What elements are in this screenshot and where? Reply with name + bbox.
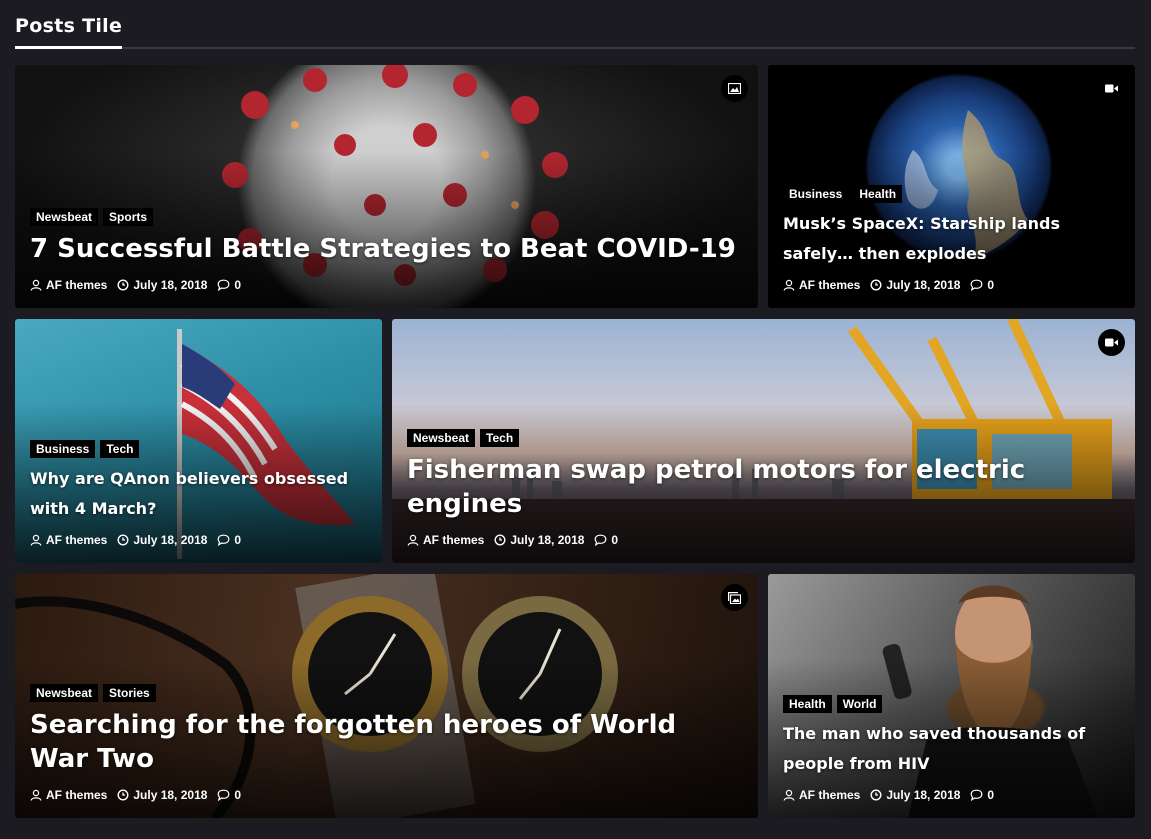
post-tags: Newsbeat Stories xyxy=(30,684,743,702)
section-title-underline xyxy=(15,46,122,49)
post-tile-qanon[interactable]: Business Tech Why are QAnon believers ob… xyxy=(15,319,382,563)
post-title[interactable]: 7 Successful Battle Strategies to Beat C… xyxy=(30,232,743,266)
post-title[interactable]: Why are QAnon believers obsessed with 4 … xyxy=(30,464,367,524)
post-tags: Business Health xyxy=(783,185,1120,203)
post-tags: Newsbeat Tech xyxy=(407,429,1120,447)
post-date[interactable]: July 18, 2018 xyxy=(870,278,960,292)
post-content: Newsbeat Stories Searching for the forgo… xyxy=(30,684,743,802)
author-link[interactable]: AF themes xyxy=(30,788,107,802)
comments-link[interactable]: 0 xyxy=(217,278,241,292)
clock-icon xyxy=(870,789,882,801)
post-tile-hiv[interactable]: Health World The man who saved thousands… xyxy=(768,574,1135,818)
post-meta: AF themes July 18, 2018 0 xyxy=(783,788,1120,802)
section-title: Posts Tile xyxy=(15,15,123,37)
comment-icon xyxy=(218,279,230,291)
post-tags: Business Tech xyxy=(30,440,367,458)
post-content: Newsbeat Tech Fisherman swap petrol moto… xyxy=(407,429,1120,547)
tag-stories[interactable]: Stories xyxy=(103,684,156,702)
video-format-icon xyxy=(1098,75,1125,102)
post-tags: Newsbeat Sports xyxy=(30,208,743,226)
user-icon xyxy=(30,789,42,801)
section-header: Posts Tile xyxy=(15,0,1135,50)
comment-icon xyxy=(971,789,983,801)
post-tile-spacex[interactable]: Business Health Musk’s SpaceX: Starship … xyxy=(768,65,1135,308)
post-meta: AF themes July 18, 2018 0 xyxy=(30,278,743,292)
comment-icon xyxy=(595,534,607,546)
user-icon xyxy=(783,789,795,801)
author-link[interactable]: AF themes xyxy=(783,788,860,802)
tag-sports[interactable]: Sports xyxy=(103,208,154,226)
section-divider xyxy=(15,47,1135,49)
post-date[interactable]: July 18, 2018 xyxy=(117,278,207,292)
tag-health[interactable]: Health xyxy=(783,695,832,713)
post-title[interactable]: Searching for the forgotten heroes of Wo… xyxy=(30,708,743,776)
tag-business[interactable]: Business xyxy=(30,440,96,458)
post-tile-covid[interactable]: Newsbeat Sports 7 Successful Battle Stra… xyxy=(15,65,758,308)
comments-link[interactable]: 0 xyxy=(594,533,618,547)
user-icon xyxy=(30,534,42,546)
post-date[interactable]: July 18, 2018 xyxy=(117,788,207,802)
comments-link[interactable]: 0 xyxy=(217,788,241,802)
clock-icon xyxy=(870,279,882,291)
post-date[interactable]: July 18, 2018 xyxy=(494,533,584,547)
comment-icon xyxy=(218,789,230,801)
post-content: Business Health Musk’s SpaceX: Starship … xyxy=(783,185,1120,292)
tag-newsbeat[interactable]: Newsbeat xyxy=(30,208,99,226)
post-title[interactable]: Musk’s SpaceX: Starship lands safely… th… xyxy=(783,209,1120,269)
post-tags: Health World xyxy=(783,695,1120,713)
tag-newsbeat[interactable]: Newsbeat xyxy=(407,429,476,447)
post-title[interactable]: Fisherman swap petrol motors for electri… xyxy=(407,453,1120,521)
post-content: Health World The man who saved thousands… xyxy=(783,695,1120,802)
post-meta: AF themes July 18, 2018 0 xyxy=(407,533,1120,547)
user-icon xyxy=(783,279,795,291)
post-tile-fisherman[interactable]: Newsbeat Tech Fisherman swap petrol moto… xyxy=(392,319,1135,563)
post-meta: AF themes July 18, 2018 0 xyxy=(30,533,367,547)
comment-icon xyxy=(971,279,983,291)
user-icon xyxy=(30,279,42,291)
tag-tech[interactable]: Tech xyxy=(100,440,140,458)
clock-icon xyxy=(117,279,129,291)
author-link[interactable]: AF themes xyxy=(407,533,484,547)
author-link[interactable]: AF themes xyxy=(30,278,107,292)
post-title[interactable]: The man who saved thousands of people fr… xyxy=(783,719,1120,779)
post-content: Newsbeat Sports 7 Successful Battle Stra… xyxy=(30,208,743,292)
author-link[interactable]: AF themes xyxy=(30,533,107,547)
comments-link[interactable]: 0 xyxy=(970,278,994,292)
image-format-icon xyxy=(721,75,748,102)
video-format-icon xyxy=(1098,329,1125,356)
user-icon xyxy=(407,534,419,546)
tag-business[interactable]: Business xyxy=(783,185,849,203)
post-meta: AF themes July 18, 2018 0 xyxy=(30,788,743,802)
post-date[interactable]: July 18, 2018 xyxy=(870,788,960,802)
tag-newsbeat[interactable]: Newsbeat xyxy=(30,684,99,702)
post-date[interactable]: July 18, 2018 xyxy=(117,533,207,547)
tag-world[interactable]: World xyxy=(836,695,883,713)
post-meta: AF themes July 18, 2018 0 xyxy=(783,278,1120,292)
author-link[interactable]: AF themes xyxy=(783,278,860,292)
clock-icon xyxy=(117,534,129,546)
clock-icon xyxy=(117,789,129,801)
gallery-format-icon xyxy=(721,584,748,611)
tag-health[interactable]: Health xyxy=(853,185,903,203)
clock-icon xyxy=(494,534,506,546)
tag-tech[interactable]: Tech xyxy=(480,429,520,447)
post-content: Business Tech Why are QAnon believers ob… xyxy=(30,440,367,547)
comments-link[interactable]: 0 xyxy=(970,788,994,802)
comment-icon xyxy=(218,534,230,546)
comments-link[interactable]: 0 xyxy=(217,533,241,547)
post-tile-watches[interactable]: Newsbeat Stories Searching for the forgo… xyxy=(15,574,758,818)
